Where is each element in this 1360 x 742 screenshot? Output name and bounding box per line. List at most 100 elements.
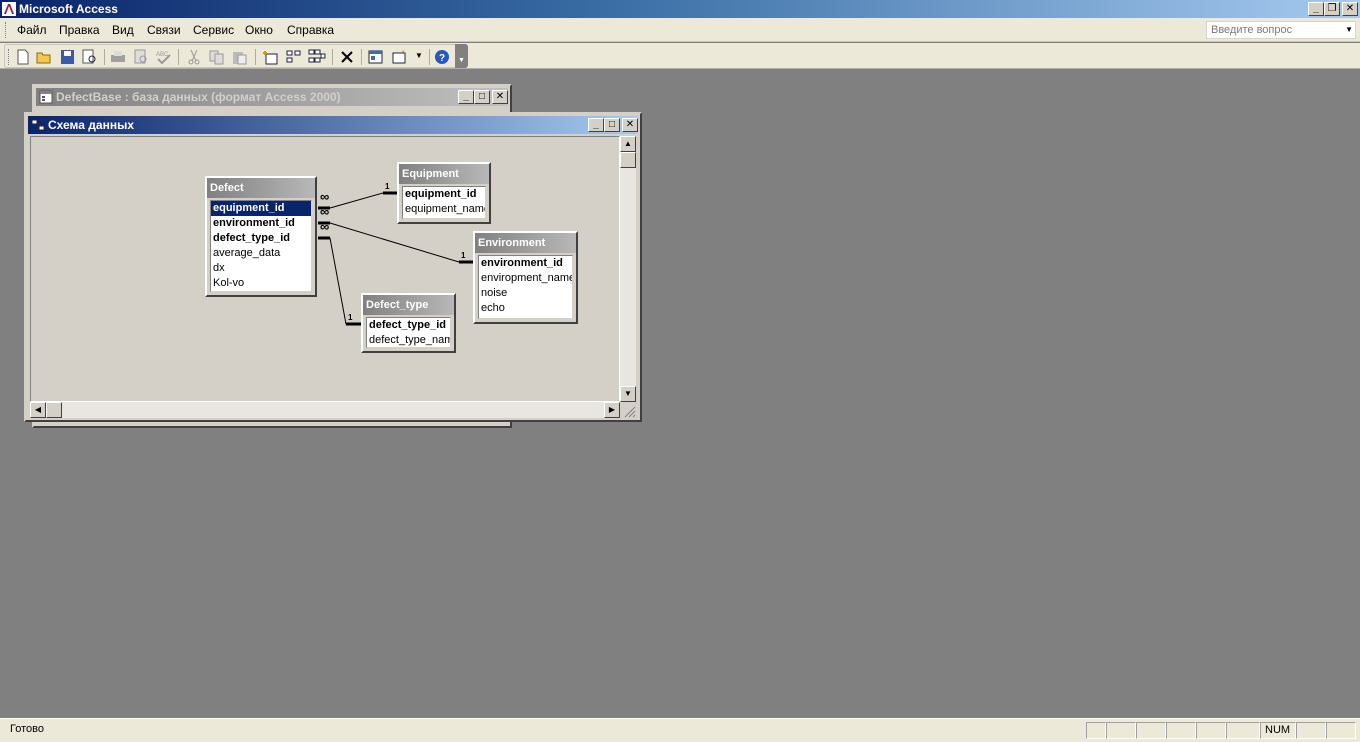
field-item[interactable]: noise [479, 286, 572, 301]
close-button[interactable]: ✕ [1342, 2, 1358, 16]
relation-line-equipment[interactable] [329, 192, 384, 209]
relation-line-defect-type[interactable] [329, 237, 347, 325]
database-window-title: DefectBase : база данных (формат Access … [56, 90, 341, 104]
database-window-icon[interactable] [367, 49, 385, 65]
field-item[interactable]: environment_id [211, 216, 311, 231]
field-item[interactable]: equipment_id [403, 187, 485, 202]
scroll-right-arrow-icon[interactable]: ▶ [604, 402, 620, 418]
svg-text:?: ? [439, 53, 445, 64]
horizontal-scroll-thumb[interactable] [46, 402, 62, 418]
copy-icon[interactable] [208, 49, 226, 65]
status-cell [1136, 722, 1166, 739]
menu-grip[interactable] [5, 22, 8, 38]
menu-window[interactable]: Окно [245, 23, 273, 37]
vertical-scrollbar[interactable]: ▲ ▼ [620, 136, 636, 402]
help-question-input[interactable]: Введите вопрос ▼ [1206, 21, 1356, 39]
new-object-dropdown-icon[interactable]: ▼ [415, 51, 423, 60]
rel-minimize-button[interactable]: _ [588, 118, 604, 132]
table-defect[interactable]: Defect equipment_id environment_id defec… [205, 176, 317, 297]
new-object-icon[interactable] [391, 49, 409, 65]
dropdown-arrow-icon[interactable]: ▼ [1345, 22, 1353, 38]
new-icon[interactable] [14, 49, 32, 65]
many-label: ∞ [320, 189, 330, 204]
open-icon[interactable] [36, 49, 54, 65]
rel-maximize-button[interactable]: □ [604, 118, 620, 132]
db-minimize-button[interactable]: _ [458, 90, 474, 104]
app-title-bar[interactable]: Microsoft Access _ ❐ ✕ [0, 0, 1360, 18]
table-title[interactable]: Equipment [399, 164, 489, 184]
field-item[interactable]: defect_type_name [367, 333, 450, 347]
table-defect-type[interactable]: Defect_type defect_type_id defect_type_n… [361, 293, 456, 353]
search-icon[interactable] [81, 49, 99, 65]
show-all-icon[interactable] [308, 49, 326, 65]
toolbar-separator [104, 49, 105, 65]
minimize-button[interactable]: _ [1308, 2, 1324, 16]
delete-icon[interactable] [338, 49, 356, 65]
table-title[interactable]: Defect_type [363, 295, 454, 315]
relationships-canvas[interactable]: ∞ ∞ ∞ 1 1 1 Defect equipment_id environm… [30, 136, 620, 402]
cut-icon[interactable] [185, 49, 203, 65]
table-title[interactable]: Defect [207, 178, 315, 198]
field-item[interactable]: Kol-vo [211, 276, 311, 291]
toolbar-separator [361, 49, 362, 65]
relationships-window-title: Схема данных [48, 118, 134, 132]
show-table-icon[interactable] [261, 49, 279, 65]
print-preview-icon[interactable] [132, 49, 150, 65]
toolbar-separator [429, 49, 430, 65]
menu-edit[interactable]: Правка [59, 23, 100, 37]
field-item[interactable]: defect_type_id [367, 318, 450, 333]
menu-bar: Файл Правка Вид Связи Сервис Окно Справк… [0, 18, 1360, 42]
show-direct-icon[interactable] [285, 49, 303, 65]
menu-view[interactable]: Вид [112, 23, 134, 37]
table-title[interactable]: Environment [475, 233, 576, 253]
relationships-icon [31, 119, 45, 131]
scroll-down-arrow-icon[interactable]: ▼ [620, 386, 636, 402]
field-list: environment_id enviropment_name noise ec… [478, 255, 573, 319]
relationships-window-title-bar[interactable]: Схема данных _ □ ✕ [28, 116, 638, 134]
toolbar-separator [178, 49, 179, 65]
access-app-icon [2, 2, 16, 16]
menu-tools[interactable]: Сервис [193, 23, 234, 37]
db-close-button[interactable]: ✕ [492, 90, 508, 104]
field-item[interactable]: equipment_id [211, 201, 311, 216]
restore-button[interactable]: ❐ [1324, 2, 1340, 16]
db-maximize-button[interactable]: □ [474, 90, 490, 104]
status-num-indicator: NUM [1260, 722, 1296, 739]
relation-line-environment[interactable] [329, 222, 460, 263]
resize-grip-icon[interactable] [620, 402, 636, 418]
many-label: ∞ [320, 219, 330, 234]
field-item[interactable]: defect_type_id [211, 231, 311, 246]
database-icon [39, 90, 53, 104]
field-item[interactable]: environment_id [479, 256, 572, 271]
scroll-left-arrow-icon[interactable]: ◀ [30, 402, 46, 418]
status-cell [1226, 722, 1260, 739]
relationships-window[interactable]: Схема данных _ □ ✕ ∞ ∞ ∞ 1 1 1 Defect eq… [24, 112, 642, 422]
table-environment[interactable]: Environment environment_id enviropment_n… [473, 231, 578, 324]
field-item[interactable]: average_data [211, 246, 311, 261]
paste-icon[interactable] [231, 49, 249, 65]
field-item[interactable]: dx [211, 261, 311, 276]
vertical-scroll-thumb[interactable] [620, 152, 636, 168]
toolbar: ABC ▼ ? [4, 44, 468, 68]
print-icon[interactable] [109, 49, 127, 65]
toolbar-separator [332, 49, 333, 65]
help-icon[interactable]: ? [434, 49, 452, 65]
field-list: defect_type_id defect_type_name [366, 317, 451, 348]
field-item[interactable]: echo [479, 301, 572, 316]
field-list: equipment_id equipment_name [402, 186, 486, 219]
app-title: Microsoft Access [19, 2, 118, 16]
menu-relationships[interactable]: Связи [147, 23, 181, 37]
menu-help[interactable]: Справка [287, 23, 334, 37]
rel-close-button[interactable]: ✕ [622, 118, 638, 132]
toolbar-options-button[interactable]: ▼ [455, 44, 468, 68]
field-item[interactable]: equipment_name [403, 202, 485, 217]
save-icon[interactable] [59, 49, 77, 65]
table-equipment[interactable]: Equipment equipment_id equipment_name [397, 162, 491, 224]
toolbar-grip[interactable] [8, 49, 11, 65]
menu-file[interactable]: Файл [17, 23, 47, 37]
scroll-up-arrow-icon[interactable]: ▲ [620, 136, 636, 152]
horizontal-scrollbar[interactable]: ◀ ▶ [30, 402, 620, 418]
database-window-title-bar[interactable]: DefectBase : база данных (формат Access … [36, 88, 508, 106]
field-item[interactable]: enviropment_name [479, 271, 572, 286]
spelling-icon[interactable]: ABC [155, 49, 173, 65]
